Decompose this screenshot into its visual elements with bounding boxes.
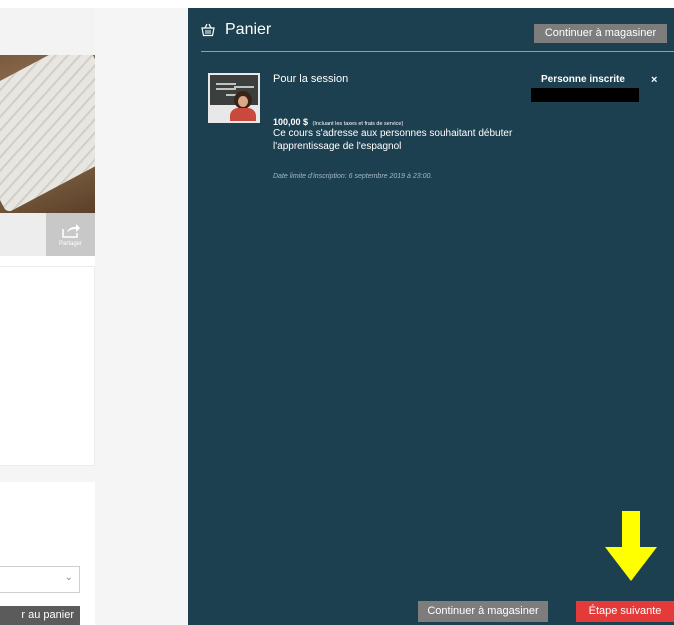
next-step-button[interactable]: Étape suivante — [576, 601, 674, 622]
cart-title: Panier — [225, 21, 272, 38]
share-label: Partager — [58, 240, 82, 247]
page-gutter — [95, 8, 188, 625]
teacher-body — [230, 108, 256, 121]
continue-shopping-button-bottom[interactable]: Continuer à magasiner — [418, 601, 548, 622]
add-to-cart-button[interactable]: r au panier — [0, 606, 80, 625]
option-select[interactable]: ⌄ — [0, 566, 80, 593]
remove-item-button[interactable]: × — [651, 74, 657, 86]
chevron-down-icon: ⌄ — [64, 572, 73, 583]
item-price: 100,00 $ — [273, 117, 309, 127]
registered-person-label: Personne inscrite — [541, 74, 625, 85]
share-icon — [61, 223, 80, 238]
product-details-box — [0, 266, 95, 466]
session-label: Pour la session — [273, 73, 349, 85]
share-button[interactable]: Partager — [46, 213, 95, 256]
product-image — [0, 55, 95, 213]
basket-icon — [201, 23, 215, 37]
registration-deadline: Date limite d'inscription: 6 septembre 2… — [273, 173, 433, 180]
product-options-box — [0, 482, 95, 522]
cart-header: Panier Continuer à magasiner — [188, 8, 674, 52]
teacher-face — [238, 96, 248, 107]
course-description: Ce cours s'adresse aux personnes souhait… — [273, 128, 513, 152]
course-thumbnail — [208, 73, 260, 123]
product-header-area — [0, 8, 95, 55]
header-divider — [201, 51, 674, 52]
cart-panel: Panier Continuer à magasiner Pour la ses… — [188, 8, 674, 625]
arrow-down-icon — [605, 511, 657, 581]
redacted-person-name — [531, 88, 639, 102]
section-divider — [0, 466, 95, 482]
notebook-picture — [0, 55, 95, 213]
continue-shopping-button-top[interactable]: Continuer à magasiner — [534, 24, 667, 43]
